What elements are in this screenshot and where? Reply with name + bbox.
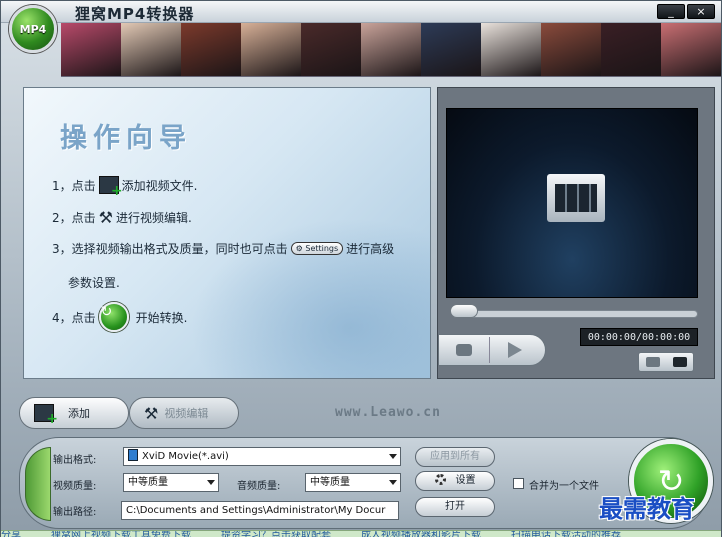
camera-icon[interactable] [645,357,660,367]
website-watermark: www.Leawo.cn [335,405,441,420]
stop-icon [456,344,472,356]
add-video-icon [98,176,123,199]
format-label: 输出格式: [53,455,97,466]
playback-controls [438,334,546,366]
banner-photo [661,23,721,76]
step3-text-c: 参数设置. [68,276,120,290]
banner-photo [481,23,541,76]
ticker-item[interactable]: 狸窝网上视频下载工具免费下载 [51,531,191,537]
banner-photo [61,23,121,76]
add-button-label: 添加 [68,407,90,420]
video-format-icon [128,449,138,461]
play-button[interactable] [490,336,540,364]
app-title: 狸窝MP4转换器 [75,5,195,23]
close-button[interactable]: × [687,4,715,19]
banner-photo [121,23,181,76]
guide-step-1: 1，点击 添加视频文件. [52,176,198,199]
logo-text: MP4 [19,22,47,36]
step2-prefix: 2，点击 [52,211,96,225]
chevron-down-icon [389,480,397,485]
banner-photo [181,23,241,76]
ticker-item[interactable]: 提资学习？点击获取配套 [221,531,331,537]
open-folder-button[interactable]: 打开 [415,497,495,517]
banner-photo [421,23,481,76]
step4-text: 开始转换. [135,310,188,325]
tools-icon: ⚒ [144,403,159,423]
video-screen[interactable] [446,108,698,298]
guide-panel: 操作向导 1，点击 添加视频文件. 2，点击 ⚒ 进行视频编辑. 3，选择视频输… [23,87,431,379]
merge-label: 合并为一个文件 [529,481,599,492]
gear-icon [434,474,446,485]
banner-photo [541,23,601,76]
step4-prefix: 4，点击 [52,310,96,325]
settings-icon-label: Settings [305,244,339,253]
minimize-button[interactable]: _ [657,4,685,19]
output-path-value: C:\Documents and Settings\Administrator\… [126,505,386,516]
guide-step-3-cont: 参数设置. [68,274,120,291]
step3-text-b: 进行高级 [346,242,395,256]
banner-strip [61,23,721,77]
mp4-logo-icon: MP4 [9,5,57,53]
timecode-display: 00:00:00/00:00:00 [580,328,698,346]
step3-text-a: 3，选择视频输出格式及质量，同时也可点击 [52,242,288,256]
add-video-icon [34,404,58,427]
output-path-field[interactable]: C:\Documents and Settings\Administrator\… [121,501,399,520]
ticker-item[interactable]: 扫描电话下载活动的推荐 [511,531,621,537]
audio-quality-select[interactable]: 中等质量 [305,473,401,492]
guide-step-2: 2，点击 ⚒ 进行视频编辑. [52,208,192,227]
video-edit-label: 视频编辑 [164,407,209,420]
brand-watermark-overlay: 最需教育 [599,494,695,523]
tools-icon: ⚒ [98,208,113,227]
play-icon [508,342,522,358]
seek-bar[interactable] [452,310,698,318]
step1-prefix: 1，点击 [52,178,96,193]
banner-photo [361,23,421,76]
format-select[interactable]: XviD Movie(*.avi) [123,447,401,466]
format-value: XviD Movie(*.avi) [142,451,229,462]
add-button[interactable]: 添加 [19,397,129,429]
window-controls: _ × [657,4,715,19]
ticker-item[interactable]: 分享 [1,531,21,537]
video-edit-button[interactable]: ⚒ 视频编辑 [129,397,239,429]
banner-photo [301,23,361,76]
video-preview-panel: 00:00:00/00:00:00 [437,87,715,379]
video-quality-select[interactable]: 中等质量 [123,473,219,492]
ticker-item[interactable]: 成人视频播放器和影片下载 [361,531,481,537]
panel-side-arc [25,447,51,521]
video-quality-label: 视频质量: [53,481,97,492]
settings-button-label: 设置 [455,475,476,486]
news-ticker[interactable]: 分享 狸窝网上视频下载工具免费下载 提资学习？点击获取配套 成人视频播放器和影片下载 扫… [1,530,721,537]
apply-to-all-button[interactable]: 应用到所有 [415,447,495,467]
settings-icon: ⚙ Settings [290,242,344,255]
guide-step-3: 3，选择视频输出格式及质量，同时也可点击 ⚙ Settings 进行高级 [52,240,394,257]
audio-quality-value: 中等质量 [310,477,350,488]
folder-icon[interactable] [672,357,687,367]
guide-step-4: 4，点击 ↻ 开始转换. [52,302,187,332]
path-label: 输出路径: [53,507,97,518]
snapshot-controls [638,352,694,372]
banner-photo [601,23,661,76]
merge-checkbox[interactable] [513,478,524,489]
seek-handle[interactable] [450,304,478,318]
audio-quality-label: 音频质量: [237,481,281,492]
stop-button[interactable] [439,336,489,364]
guide-title: 操作向导 [60,123,192,154]
video-quality-value: 中等质量 [128,477,168,488]
title-bar[interactable]: 狸窝MP4转换器 _ × [1,1,721,23]
banner-photo [241,23,301,76]
step1-text: 添加视频文件. [121,178,198,193]
chevron-down-icon [207,480,215,485]
film-clapper-icon [547,174,605,222]
step2-text: 进行视频编辑. [115,211,192,225]
settings-button[interactable]: 设置 [415,471,495,491]
convert-icon: ↻ [98,302,129,332]
app-window: 狸窝MP4转换器 _ × MP4 操作向导 1，点击 添加视频文件. 2，点击 … [0,0,722,537]
chevron-down-icon [389,454,397,459]
